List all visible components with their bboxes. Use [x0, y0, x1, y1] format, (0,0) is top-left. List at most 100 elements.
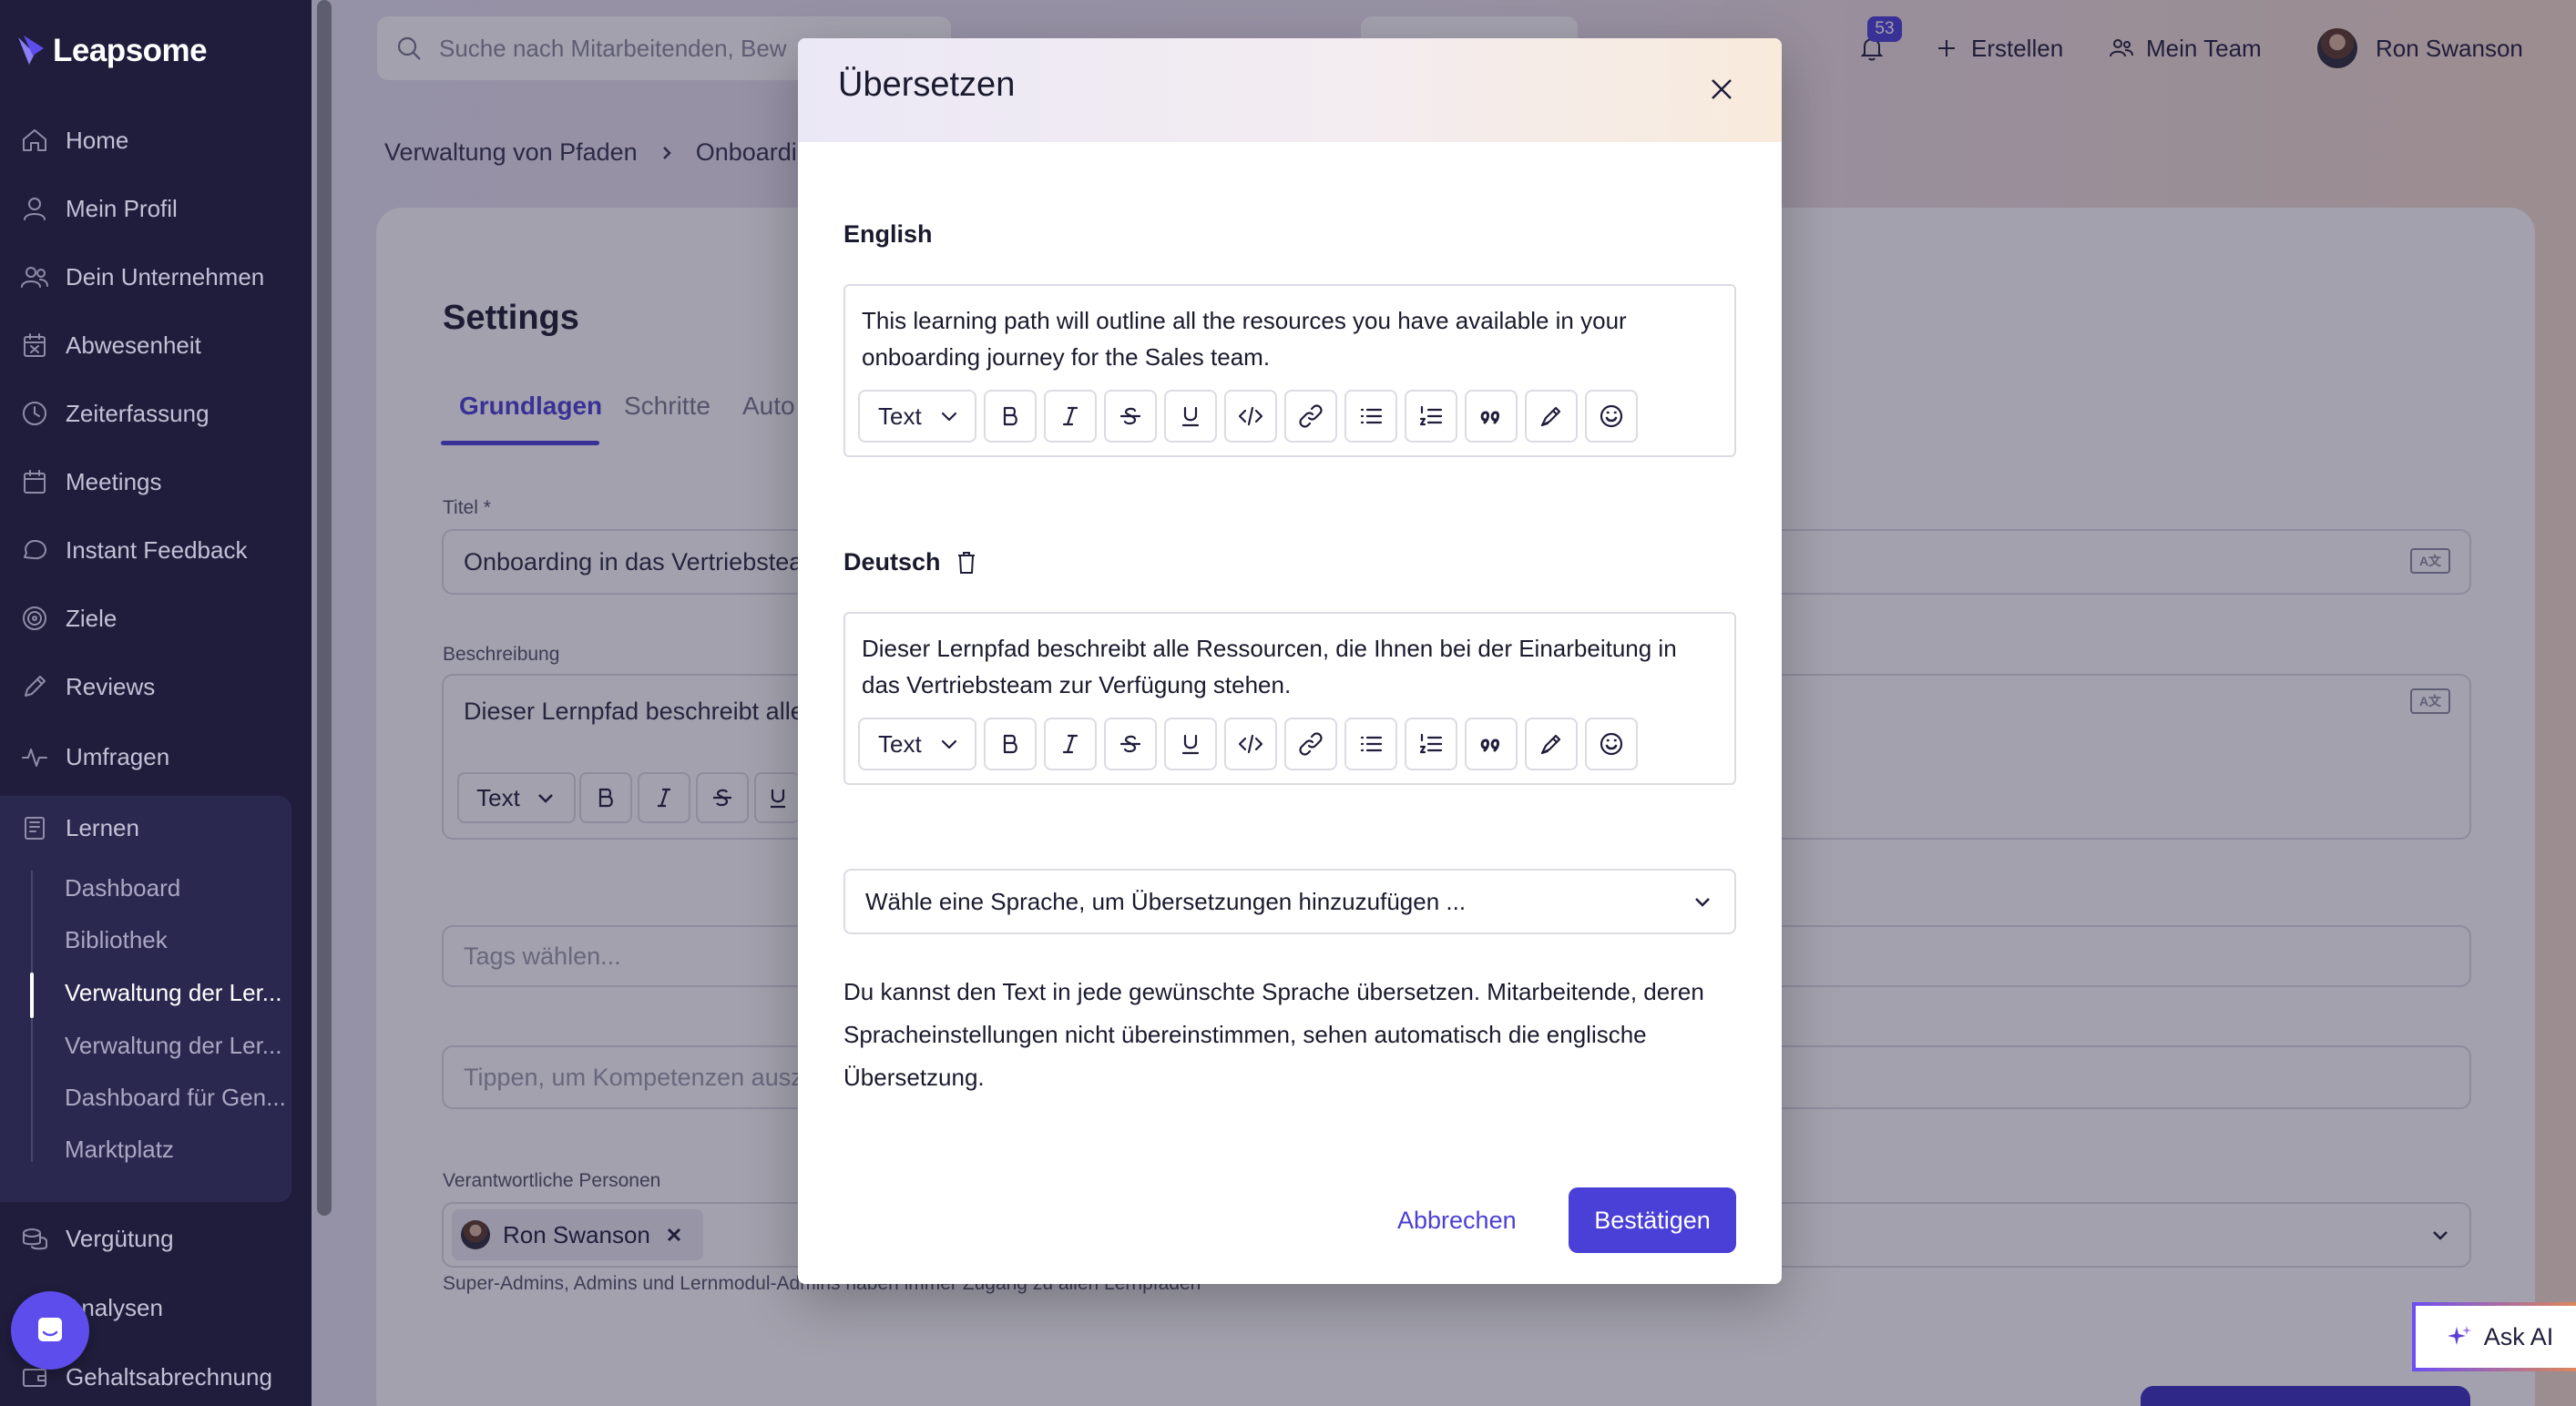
- strikethrough-icon: [1119, 407, 1141, 425]
- learn-sub-dashboard[interactable]: Dashboard: [65, 870, 292, 906]
- learn-sub-library[interactable]: Bibliothek: [65, 922, 292, 958]
- learn-sub-path-management[interactable]: Verwaltung der Ler...: [65, 974, 292, 1011]
- sidebar-item-time-tracking[interactable]: Zeiterfassung: [20, 393, 210, 433]
- english-editor[interactable]: This learning path will outline all the …: [843, 284, 1736, 457]
- chevron-down-icon: [941, 739, 957, 749]
- emoji-button[interactable]: [1585, 390, 1638, 443]
- sidebar-item-label: Zeiterfassung: [66, 399, 210, 427]
- sidebar-item-goals[interactable]: Ziele: [20, 598, 117, 638]
- deutsch-label-text: Deutsch: [843, 548, 941, 576]
- learn-sub-management-2[interactable]: Verwaltung der Ler...: [65, 1027, 292, 1064]
- ask-ai-button[interactable]: Ask AI: [2412, 1302, 2576, 1371]
- pulse-icon: [22, 749, 47, 767]
- sidebar-item-home[interactable]: Home: [20, 120, 128, 160]
- bullet-list-icon: [1360, 736, 1383, 752]
- strikethrough-button[interactable]: [1104, 390, 1157, 443]
- code-icon: [1238, 406, 1263, 426]
- code-button[interactable]: [1224, 718, 1277, 770]
- underline-icon: [1181, 406, 1200, 427]
- sidebar-item-meetings[interactable]: Meetings: [20, 462, 162, 502]
- emoji-button[interactable]: [1585, 718, 1638, 770]
- sidebar-item-surveys[interactable]: Umfragen: [20, 737, 169, 777]
- bold-button[interactable]: [984, 718, 1037, 770]
- english-text[interactable]: This learning path will outline all the …: [862, 302, 1718, 375]
- quote-button[interactable]: [1465, 718, 1518, 770]
- bold-button[interactable]: [984, 390, 1037, 443]
- ordered-list-button[interactable]: [1405, 718, 1457, 770]
- cancel-button[interactable]: Abbrechen: [1375, 1187, 1538, 1253]
- bold-icon: [1003, 734, 1017, 754]
- italic-button[interactable]: [1044, 390, 1097, 443]
- learn-sub-active-indicator: [30, 973, 34, 1018]
- text-style-select[interactable]: Text: [858, 390, 976, 443]
- deutsch-editor[interactable]: Dieser Lernpfad beschreibt alle Ressourc…: [843, 612, 1736, 785]
- deutsch-text[interactable]: Dieser Lernpfad beschreibt alle Ressourc…: [862, 630, 1718, 703]
- ordered-list-icon: [1419, 405, 1443, 426]
- italic-icon: [1062, 734, 1078, 754]
- sidebar-item-learning[interactable]: Lernen: [20, 808, 139, 848]
- target-icon: [23, 606, 46, 630]
- home-icon: [23, 129, 46, 151]
- add-language-select[interactable]: Wähle eine Sprache, um Übersetzungen hin…: [843, 869, 1736, 934]
- bullet-list-icon: [1360, 408, 1383, 424]
- trash-icon[interactable]: [954, 549, 979, 576]
- emoji-icon: [1600, 404, 1623, 428]
- strikethrough-button[interactable]: [1104, 718, 1157, 770]
- sidebar-item-profile[interactable]: Mein Profil: [20, 188, 178, 229]
- text-style-select[interactable]: Text: [858, 718, 976, 770]
- chat-bubble-icon: [38, 1318, 62, 1341]
- modal-title: Übersetzen: [838, 66, 1016, 104]
- sidebar-item-company[interactable]: Dein Unternehmen: [20, 257, 264, 297]
- sidebar-item-absence[interactable]: Abwesenheit: [20, 325, 201, 365]
- english-label: English: [843, 220, 933, 249]
- chevron-down-icon: [1695, 898, 1710, 907]
- sidebar-item-label: Mein Profil: [66, 194, 178, 222]
- ask-ai-label: Ask AI: [2483, 1322, 2554, 1350]
- learn-sub-marketplace[interactable]: Marktplatz: [65, 1131, 292, 1167]
- calendar-x-icon: [24, 333, 46, 357]
- emoji-icon: [1600, 732, 1623, 756]
- sidebar-item-compensation[interactable]: Vergütung: [20, 1218, 174, 1258]
- bullet-list-button[interactable]: [1344, 718, 1397, 770]
- sidebar-item-reviews[interactable]: Reviews: [20, 667, 155, 707]
- confirm-button[interactable]: Bestätigen: [1569, 1187, 1736, 1253]
- link-button[interactable]: [1284, 390, 1337, 443]
- sidebar: Leapsome Home Mein Profil Dein Unternehm…: [0, 0, 312, 1406]
- italic-icon: [1062, 406, 1078, 426]
- bullet-list-button[interactable]: [1344, 390, 1397, 443]
- deutsch-label: Deutsch: [843, 548, 979, 576]
- deutsch-toolbar: Text: [858, 718, 1638, 772]
- highlight-button[interactable]: [1525, 718, 1578, 770]
- close-icon: [1712, 79, 1732, 99]
- learn-sub-dashboard-gen[interactable]: Dashboard für Gen...: [65, 1079, 292, 1116]
- users-icon: [21, 267, 48, 288]
- quote-button[interactable]: [1465, 390, 1518, 443]
- bold-icon: [1003, 406, 1017, 426]
- intercom-chat-button[interactable]: [11, 1291, 89, 1370]
- coins-icon: [23, 1228, 47, 1250]
- link-button[interactable]: [1284, 718, 1337, 770]
- ordered-list-button[interactable]: [1405, 390, 1457, 443]
- english-label-text: English: [843, 220, 933, 248]
- text-style-label: Text: [878, 402, 922, 430]
- translate-modal: Übersetzen English This learning path wi…: [798, 38, 1782, 1284]
- underline-button[interactable]: [1164, 390, 1217, 443]
- pen-icon: [25, 676, 46, 697]
- sidebar-item-label: Ziele: [66, 604, 118, 632]
- leapsome-logo[interactable]: Leapsome: [16, 33, 208, 69]
- chat-icon: [24, 540, 46, 560]
- highlight-button[interactable]: [1525, 390, 1578, 443]
- sidebar-item-label: Gehaltsabrechnung: [66, 1362, 272, 1391]
- close-button[interactable]: [1698, 66, 1745, 113]
- code-button[interactable]: [1224, 390, 1277, 443]
- italic-button[interactable]: [1044, 718, 1097, 770]
- sidebar-item-label: Vergütung: [66, 1224, 174, 1252]
- sparkle-icon: [2447, 1326, 2471, 1345]
- book-icon: [25, 817, 45, 840]
- underline-button[interactable]: [1164, 718, 1217, 770]
- brand-name: Leapsome: [53, 33, 208, 68]
- brush-icon: [1540, 406, 1561, 427]
- sidebar-item-label: Lernen: [66, 813, 139, 841]
- sidebar-item-label: Instant Feedback: [66, 535, 248, 564]
- sidebar-item-instant-feedback[interactable]: Instant Feedback: [20, 530, 247, 570]
